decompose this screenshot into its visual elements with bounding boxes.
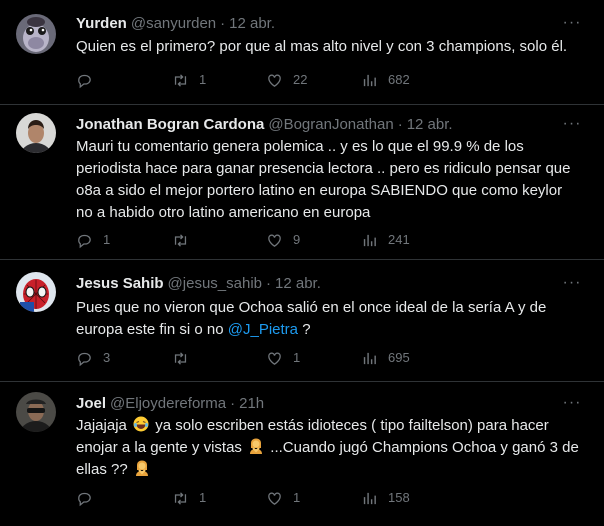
more-icon[interactable]: ··· — [562, 116, 582, 137]
tweet-date[interactable]: 21h — [239, 395, 264, 412]
tweet-date[interactable]: 12 abr. — [407, 116, 453, 133]
tweet-actions: 3 1 695 — [76, 348, 456, 368]
like-button[interactable]: 22 — [266, 70, 307, 90]
more-icon[interactable]: ··· — [562, 15, 582, 36]
tweet-date[interactable]: 12 abr. — [229, 15, 275, 32]
reply-count: 1 — [103, 232, 111, 247]
separator-dot: · — [220, 15, 226, 32]
like-button[interactable]: 1 — [266, 348, 303, 368]
tweet-text: Jajajaja ya solo escriben estás idiotece… — [76, 415, 588, 481]
views-button[interactable]: 158 — [361, 488, 410, 508]
tweet[interactable]: Joel @Eljoydereforma · 21h ··· Jajajaja ya … — [0, 382, 604, 526]
avatar[interactable] — [16, 14, 56, 54]
mention-link[interactable]: @J_Pietra — [228, 321, 298, 338]
tweet-text-part: Pues que no vieron que Ochoa salió en el… — [76, 299, 547, 338]
reply-icon — [78, 352, 91, 366]
tweet-text-part: Jajajaja — [76, 417, 132, 434]
retweet-button[interactable] — [172, 348, 209, 368]
reply-count: 3 — [103, 350, 111, 365]
retweet-button[interactable]: 1 — [172, 70, 209, 90]
tweet[interactable]: Yurden @sanyurden · 12 abr. ··· Quien es el… — [0, 0, 604, 105]
tweet-actions: 1 22 682 — [76, 70, 456, 90]
heart-icon — [268, 492, 281, 505]
tweet[interactable]: Jesus Sahib @jesus_sahib · 12 abr. ··· Pues… — [0, 260, 604, 382]
tweet-text: Pues que no vieron que Ochoa salió en el… — [76, 297, 564, 341]
retweet-icon — [174, 233, 187, 247]
author-handle[interactable]: @jesus_sahib — [168, 275, 262, 292]
like-button[interactable]: 9 — [266, 230, 303, 250]
views-icon — [363, 74, 376, 86]
retweet-icon — [174, 351, 187, 365]
views-icon — [363, 492, 376, 504]
views-button[interactable]: 695 — [361, 348, 410, 368]
reply-button[interactable] — [76, 70, 113, 90]
author-name[interactable]: Jonathan Bogran Cardona — [76, 116, 264, 133]
author-handle[interactable]: @sanyurden — [131, 15, 216, 32]
like-button[interactable]: 1 — [266, 488, 303, 508]
like-count: 1 — [293, 490, 301, 505]
tweet[interactable]: Jonathan Bogran Cardona @BogranJonathan · 1… — [0, 105, 604, 260]
tweet-actions: 1 1 158 — [76, 488, 456, 508]
heart-icon — [268, 352, 281, 365]
tweet-date[interactable]: 12 abr. — [275, 275, 321, 292]
person-gesturing-emoji — [250, 438, 263, 454]
views-button[interactable]: 682 — [361, 70, 410, 90]
retweet-icon — [174, 73, 187, 87]
retweet-button[interactable]: 1 — [172, 488, 209, 508]
reply-button[interactable]: 3 — [76, 348, 113, 368]
avatar[interactable] — [16, 392, 56, 432]
author-handle[interactable]: @BogranJonathan — [268, 116, 393, 133]
like-count: 22 — [293, 72, 308, 87]
tweet-feed: Yurden @sanyurden · 12 abr. ··· Quien es el… — [0, 0, 604, 526]
reply-icon — [78, 492, 91, 506]
views-icon — [363, 352, 376, 364]
author-handle[interactable]: @Eljoydereforma — [110, 395, 226, 412]
retweet-count: 1 — [199, 72, 207, 87]
separator-dot: · — [230, 395, 236, 412]
retweet-icon — [174, 491, 187, 505]
like-count: 1 — [293, 350, 301, 365]
retweet-button[interactable] — [172, 230, 209, 250]
tweet-actions: 1 9 241 — [76, 230, 456, 250]
views-icon — [363, 234, 376, 246]
author-name[interactable]: Yurden — [76, 15, 127, 32]
reply-icon — [78, 74, 91, 88]
tweet-text: Quien es el primero? por que al mas alto… — [76, 38, 568, 55]
heart-icon — [268, 74, 281, 87]
separator-dot: · — [266, 275, 271, 292]
views-count: 241 — [388, 232, 410, 247]
author-name[interactable]: Jesus Sahib — [76, 275, 164, 292]
avatar[interactable] — [16, 272, 56, 312]
person-gesturing-emoji — [135, 460, 148, 476]
like-count: 9 — [293, 232, 301, 247]
tweet-text-part: ? — [298, 321, 311, 338]
avatar[interactable] — [16, 113, 56, 153]
views-count: 695 — [388, 350, 410, 365]
tweet-text: Mauri tu comentario genera polemica .. y… — [76, 138, 571, 221]
author-name[interactable]: Joel — [76, 395, 106, 412]
reply-button[interactable] — [76, 488, 113, 508]
more-icon[interactable]: ··· — [562, 275, 582, 296]
views-button[interactable]: 241 — [361, 230, 410, 250]
views-count: 158 — [388, 490, 410, 505]
views-count: 682 — [388, 72, 410, 87]
more-icon[interactable]: ··· — [562, 395, 582, 416]
separator-dot: · — [397, 116, 403, 133]
reply-button[interactable]: 1 — [76, 230, 113, 250]
reply-icon — [78, 234, 91, 248]
retweet-count: 1 — [199, 490, 207, 505]
laughing-emoji — [133, 416, 149, 432]
heart-icon — [268, 234, 281, 247]
